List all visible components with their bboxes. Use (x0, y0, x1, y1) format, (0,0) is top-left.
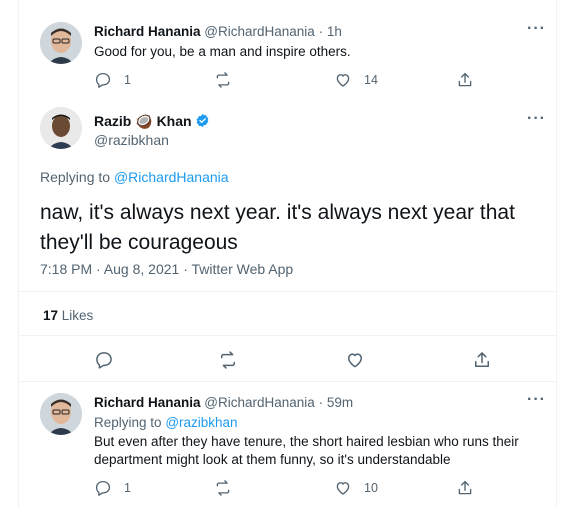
tweet-timestamp[interactable]: 7:18 PM · Aug 8, 2021 · Twitter Web App (40, 261, 293, 277)
share-button[interactable] (456, 479, 474, 497)
author-name-first[interactable]: Razib (94, 113, 131, 129)
avatar[interactable] (40, 22, 82, 64)
heart-icon (348, 353, 362, 368)
replying-to: Replying to @razibkhan (94, 414, 238, 432)
author-name-last[interactable]: Khan (157, 113, 192, 129)
avatar-richard-image (40, 22, 82, 64)
like-button[interactable]: 14 (334, 71, 378, 89)
more-options-icon[interactable]: ··· (527, 20, 546, 38)
tweet-header: Richard Hanania @RichardHanania · 59m (94, 395, 353, 410)
reply-button[interactable]: 1 (94, 71, 131, 89)
main-tweet-text: naw, it's always next year. it's always … (40, 201, 515, 254)
retweet-button[interactable] (214, 479, 232, 497)
reply-button[interactable]: 1 (94, 479, 131, 497)
replying-to-label: Replying to (94, 415, 162, 430)
likes-count-link[interactable]: 17 Likes (43, 308, 93, 323)
heart-icon (336, 74, 350, 87)
reply-count: 1 (124, 73, 131, 87)
tweet-actions: 1 14 (94, 71, 514, 91)
avatar-razib-image (40, 107, 82, 149)
divider (19, 291, 556, 292)
likes-number: 17 (43, 308, 59, 323)
divider (19, 381, 556, 382)
avatar[interactable] (40, 393, 82, 435)
author-name[interactable]: Richard Hanania (94, 24, 201, 39)
coconut-emoji: 🥥 (135, 113, 153, 129)
divider (19, 335, 556, 336)
likes-label: Likes (61, 308, 94, 323)
reply-count: 1 (124, 481, 131, 495)
author-handle[interactable]: @RichardHanania (204, 395, 315, 410)
tweet-time[interactable]: 59m (327, 395, 353, 410)
retweet-button[interactable] (214, 71, 232, 89)
replying-to: Replying to @RichardHanania (40, 168, 229, 186)
like-button[interactable] (345, 350, 365, 370)
share-icon (458, 72, 472, 87)
tweet-time[interactable]: 1h (327, 24, 342, 39)
reply-button[interactable] (94, 350, 114, 370)
share-button[interactable] (472, 350, 492, 370)
separator-dot: · (318, 24, 324, 39)
author-name[interactable]: Richard Hanania (94, 395, 201, 410)
replying-to-mention[interactable]: @RichardHanania (114, 169, 229, 185)
share-button[interactable] (456, 71, 474, 89)
more-options-icon[interactable]: ··· (527, 391, 546, 409)
share-icon (458, 480, 472, 495)
avatar-richard-image (40, 393, 82, 435)
retweet-button[interactable] (218, 350, 238, 370)
reply-icon (95, 72, 111, 88)
verified-badge-icon (197, 113, 209, 128)
replying-to-mention[interactable]: @razibkhan (165, 415, 237, 430)
main-tweet-actions (94, 350, 514, 370)
like-count: 14 (364, 73, 378, 87)
separator-dot: · (318, 395, 324, 410)
retweet-icon (221, 351, 235, 369)
share-icon (475, 352, 489, 367)
timeline-right-border (556, 0, 557, 508)
tweet-header: Richard Hanania @RichardHanania · 1h (94, 24, 342, 39)
tweet-header: Razib 🥥 Khan (94, 113, 210, 130)
timeline-left-border (18, 0, 19, 508)
avatar[interactable] (40, 107, 82, 149)
tweet-actions: 1 10 (94, 479, 514, 499)
replying-to-label: Replying to (40, 169, 111, 185)
like-count: 10 (364, 481, 378, 495)
author-handle[interactable]: @razibkhan (94, 132, 169, 148)
retweet-icon (216, 72, 230, 88)
like-button[interactable]: 10 (334, 479, 378, 497)
retweet-icon (216, 480, 230, 496)
tweet-text: Good for you, be a man and inspire other… (94, 44, 351, 59)
reply-icon (96, 352, 112, 369)
more-options-icon[interactable]: ··· (527, 110, 546, 128)
heart-icon (336, 482, 350, 495)
reply-icon (95, 480, 111, 496)
author-handle[interactable]: @RichardHanania (204, 24, 315, 39)
tweet-text: But even after they have tenure, the sho… (94, 434, 519, 467)
